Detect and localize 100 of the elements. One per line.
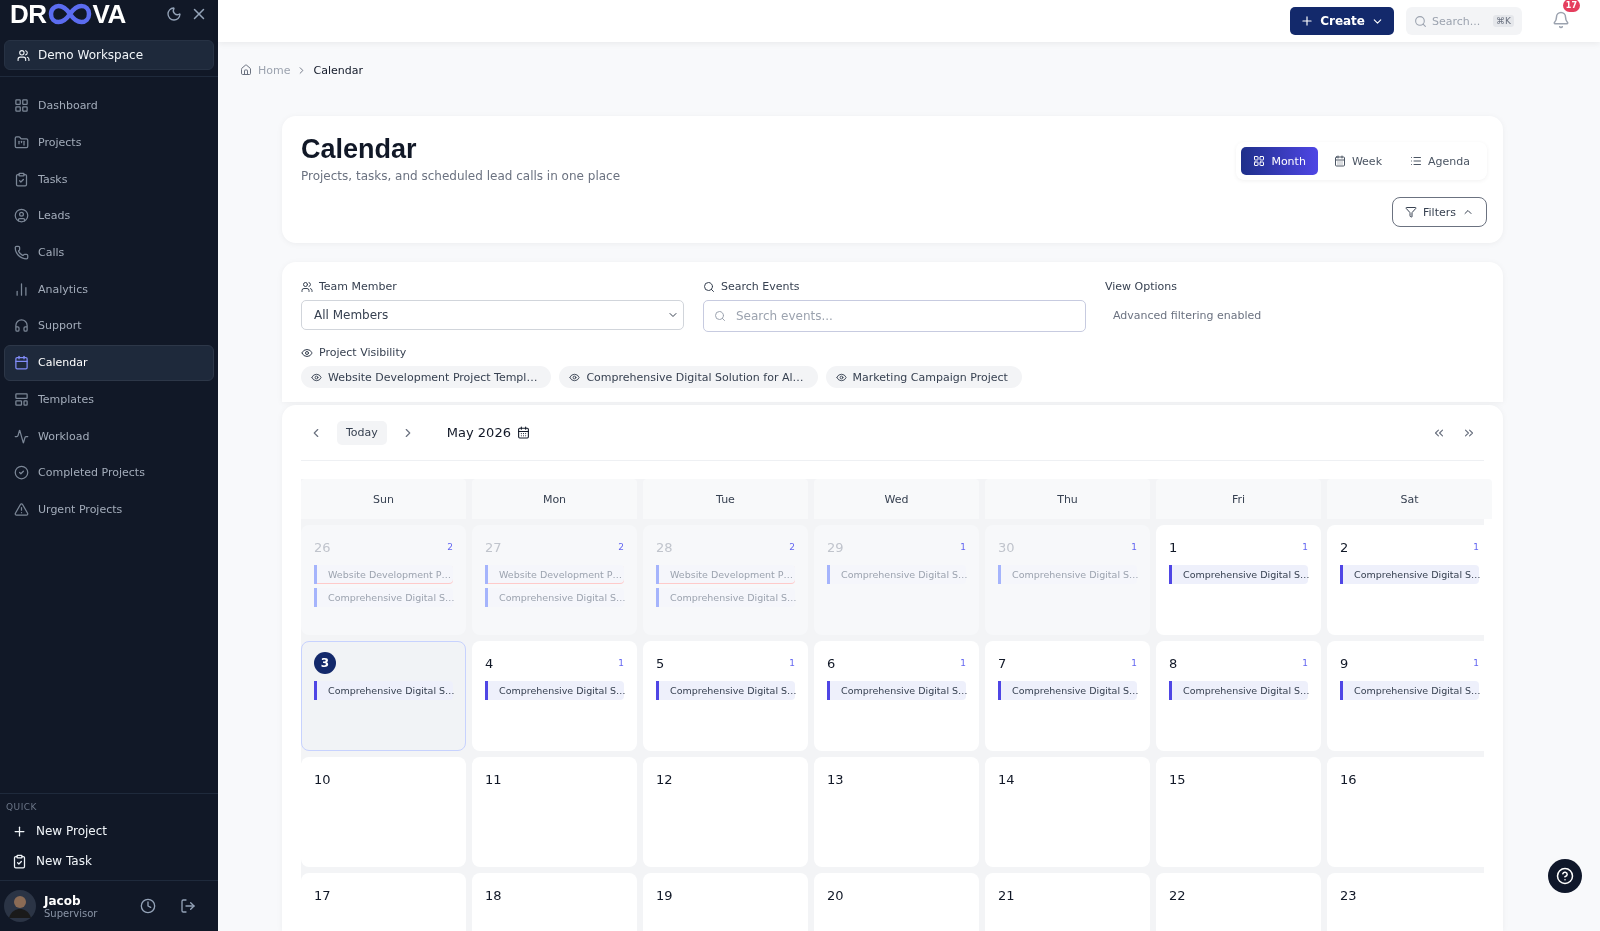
quick-action[interactable]: New Project bbox=[0, 816, 218, 846]
users-icon bbox=[301, 280, 313, 293]
eye-icon bbox=[301, 346, 313, 359]
sidebar-item[interactable]: Completed Projects bbox=[4, 454, 214, 491]
sidebar-item[interactable]: Dashboard bbox=[4, 88, 214, 124]
project-chip[interactable]: Comprehensive Digital Solution for Al… bbox=[559, 366, 818, 388]
team-member-select[interactable]: All Members bbox=[301, 300, 684, 330]
sidebar-item[interactable]: Support bbox=[4, 308, 214, 344]
event-count: 1 bbox=[1131, 542, 1137, 552]
event-count: 1 bbox=[960, 542, 966, 552]
notification-badge: 17 bbox=[1562, 0, 1580, 12]
moon-icon[interactable] bbox=[166, 6, 182, 22]
project-chip[interactable]: Marketing Campaign Project bbox=[825, 366, 1022, 388]
section-heading: QUICK bbox=[5, 801, 38, 814]
eye-icon bbox=[835, 371, 847, 383]
folder-icon bbox=[14, 135, 29, 151]
month-title: May 2026 bbox=[446, 425, 511, 440]
sidebar-item[interactable]: Leads bbox=[4, 198, 214, 234]
user-role: Supervisor bbox=[44, 907, 99, 919]
view-tab[interactable]: Week bbox=[1321, 147, 1394, 175]
weekday-header: Tue bbox=[643, 479, 808, 519]
day-cell[interactable]: 20 bbox=[814, 873, 979, 931]
day-number: 6 bbox=[827, 655, 836, 671]
day-cell[interactable]: 23 bbox=[1327, 873, 1492, 931]
event-count: 2 bbox=[789, 542, 795, 552]
calendar-icon[interactable] bbox=[516, 426, 530, 439]
day-cell[interactable]: 14 bbox=[985, 757, 1150, 867]
day-number: 18 bbox=[485, 887, 502, 903]
weekday-header: Thu bbox=[985, 479, 1150, 519]
day-cell[interactable]: 1 1 Comprehensive Digital S… bbox=[1156, 525, 1321, 635]
logout-icon[interactable] bbox=[180, 898, 196, 914]
day-cell[interactable]: 18 bbox=[472, 873, 637, 931]
calendar-icon bbox=[14, 355, 29, 371]
calendar-event[interactable]: Comprehensive Digital S… bbox=[485, 681, 624, 700]
sidebar-item[interactable]: Projects bbox=[4, 124, 214, 161]
day-number: 5 bbox=[656, 655, 665, 671]
filters-button[interactable]: Filters bbox=[1392, 197, 1487, 227]
users-icon bbox=[17, 48, 30, 62]
day-cell[interactable]: 19 bbox=[643, 873, 808, 931]
warning-icon bbox=[14, 501, 29, 517]
pulse-icon bbox=[14, 428, 29, 444]
quick-action[interactable]: New Task bbox=[0, 846, 218, 876]
view-tab[interactable]: Agenda bbox=[1398, 147, 1482, 175]
day-cell[interactable]: 8 1 Comprehensive Digital S… bbox=[1156, 641, 1321, 751]
search-field[interactable]: Search... ⌘K bbox=[1406, 7, 1522, 35]
day-cell[interactable]: 6 1 Comprehensive Digital S… bbox=[814, 641, 979, 751]
day-cell[interactable]: 3 Comprehensive Digital S… bbox=[301, 641, 466, 751]
page-title: Calendar bbox=[301, 134, 418, 165]
calendar-event[interactable]: Comprehensive Digital S… bbox=[656, 681, 795, 700]
calendar-event[interactable]: Comprehensive Digital S… bbox=[827, 681, 966, 700]
day-cell[interactable]: 12 bbox=[643, 757, 808, 867]
grid-icon bbox=[1253, 155, 1266, 167]
eye-icon bbox=[311, 371, 322, 383]
filter-icon bbox=[1405, 206, 1417, 218]
day-cell[interactable]: 13 bbox=[814, 757, 979, 867]
create-button[interactable]: Create bbox=[1290, 7, 1394, 35]
day-cell[interactable]: 22 bbox=[1156, 873, 1321, 931]
day-number: 13 bbox=[827, 771, 844, 787]
plus-icon bbox=[1300, 14, 1315, 28]
sidebar-item[interactable]: Analytics bbox=[4, 271, 214, 308]
day-cell[interactable]: 7 1 Comprehensive Digital S… bbox=[985, 641, 1150, 751]
help-icon bbox=[1556, 867, 1574, 885]
sidebar-item[interactable]: Workload bbox=[4, 418, 214, 454]
calendar-event[interactable]: Comprehensive Digital S… bbox=[314, 681, 453, 700]
today-button[interactable]: Today bbox=[337, 420, 387, 445]
weekday-header: Sat bbox=[1327, 479, 1492, 519]
day-number: 17 bbox=[314, 887, 331, 903]
calendar-event[interactable]: Comprehensive Digital S… bbox=[1340, 681, 1479, 700]
day-number: 10 bbox=[314, 771, 331, 787]
list-icon bbox=[1410, 155, 1422, 167]
day-cell[interactable]: 11 bbox=[472, 757, 637, 867]
day-cell[interactable]: 17 bbox=[301, 873, 466, 931]
sidebar-item[interactable]: Templates bbox=[4, 381, 214, 418]
user-name: Jacob bbox=[44, 893, 81, 908]
sidebar-item[interactable]: Tasks bbox=[4, 161, 214, 198]
calendar-event[interactable]: Comprehensive Digital S… bbox=[1340, 565, 1479, 584]
day-number: 7 bbox=[998, 655, 1007, 671]
sidebar-item[interactable]: Calendar bbox=[4, 344, 214, 381]
plus-icon bbox=[12, 823, 27, 839]
check-circle-icon bbox=[14, 465, 29, 481]
day-cell[interactable]: 4 1 Comprehensive Digital S… bbox=[472, 641, 637, 751]
clock-icon[interactable] bbox=[140, 898, 156, 914]
calendar-event[interactable]: Comprehensive Digital S… bbox=[1169, 565, 1308, 584]
day-number: 1 bbox=[1169, 539, 1178, 555]
calendar-event[interactable]: Comprehensive Digital S… bbox=[1169, 681, 1308, 700]
calendar-event[interactable]: Comprehensive Digital S… bbox=[998, 681, 1137, 700]
help-button[interactable] bbox=[1548, 859, 1582, 893]
sidebar-item[interactable]: Calls bbox=[4, 234, 214, 271]
view-tab[interactable]: Month bbox=[1241, 147, 1318, 175]
breadcrumb-link[interactable]: Calendar bbox=[313, 63, 363, 77]
day-number: 2 bbox=[1340, 539, 1349, 555]
day-cell[interactable]: 21 bbox=[985, 873, 1150, 931]
event-count: 1 bbox=[618, 658, 624, 668]
day-cell[interactable]: 5 1 Comprehensive Digital S… bbox=[643, 641, 808, 751]
day-cell[interactable]: 10 bbox=[301, 757, 466, 867]
project-chip[interactable]: Website Development Project Templ… bbox=[301, 366, 552, 388]
sidebar-item[interactable]: Urgent Projects bbox=[4, 491, 214, 528]
day-cell[interactable]: 15 bbox=[1156, 757, 1321, 867]
workspace-switcher[interactable]: Demo Workspace bbox=[4, 40, 214, 70]
day-number: 19 bbox=[656, 887, 673, 903]
